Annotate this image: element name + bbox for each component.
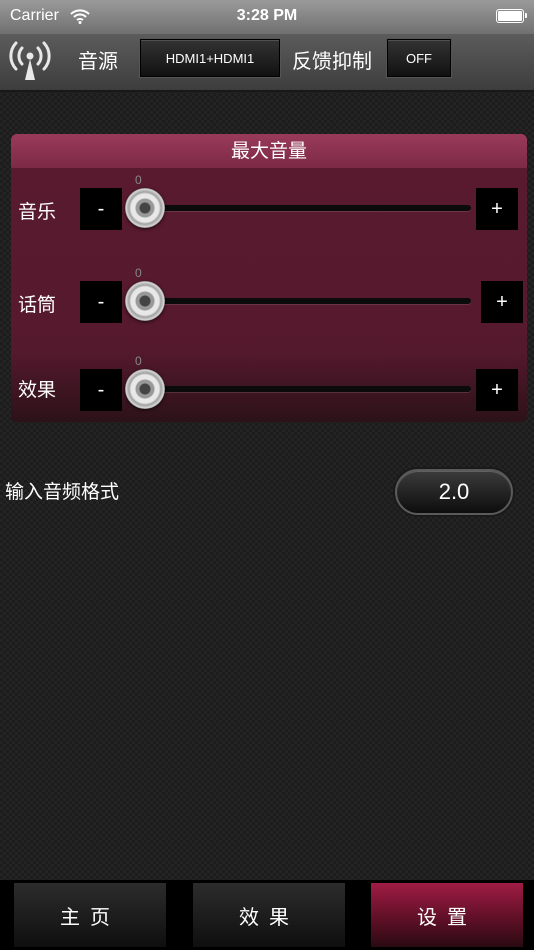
tab-bar: 主页 效果 设置 [0,880,534,950]
mic-slider-track[interactable] [141,298,471,304]
music-minus-button[interactable]: - [80,188,122,230]
signal-icon[interactable] [8,40,52,82]
tab-settings[interactable]: 设置 [371,883,523,947]
feedback-suppression-label: 反馈抑制 [292,49,372,73]
effect-volume-row: 效果 - 0 + [11,354,527,420]
input-audio-format-button[interactable]: 2.0 [395,469,513,515]
mic-slider-knob[interactable] [125,281,165,321]
top-bar: 音源 HDMI1+HDMI1 反馈抑制 OFF [0,34,534,92]
feedback-suppression-toggle[interactable]: OFF [387,39,451,77]
tab-effects[interactable]: 效果 [193,883,345,947]
mic-volume-row: 话筒 - 0 + [11,266,527,332]
effect-value-label: 0 [135,354,142,368]
music-slider-knob[interactable] [125,188,165,228]
clock: 3:28 PM [236,7,298,24]
effect-plus-button[interactable]: + [476,369,518,411]
music-label: 音乐 [18,201,57,223]
tab-home[interactable]: 主页 [14,883,166,947]
source-select-button[interactable]: HDMI1+HDMI1 [140,39,280,77]
music-plus-button[interactable]: + [476,188,518,230]
input-audio-format-label: 输入音频格式 [5,481,120,503]
max-volume-title: 最大音量 [11,134,527,168]
battery-icon [496,9,527,23]
music-slider-track[interactable] [141,205,471,211]
status-bar: Carrier 3:28 PM [0,0,534,34]
mic-value-label: 0 [135,266,142,280]
source-label: 音源 [78,49,118,73]
effect-slider-knob[interactable] [125,369,165,409]
effect-minus-button[interactable]: - [80,369,122,411]
mic-minus-button[interactable]: - [80,281,122,323]
max-volume-panel: 最大音量 音乐 - 0 + 话筒 - 0 + 效果 - 0 + [11,134,527,422]
effect-label: 效果 [18,379,57,401]
mic-plus-button[interactable]: + [481,281,523,323]
music-value-label: 0 [135,173,142,187]
effect-slider-track[interactable] [141,386,471,392]
mic-label: 话筒 [18,294,57,316]
music-volume-row: 音乐 - 0 + [11,173,527,239]
